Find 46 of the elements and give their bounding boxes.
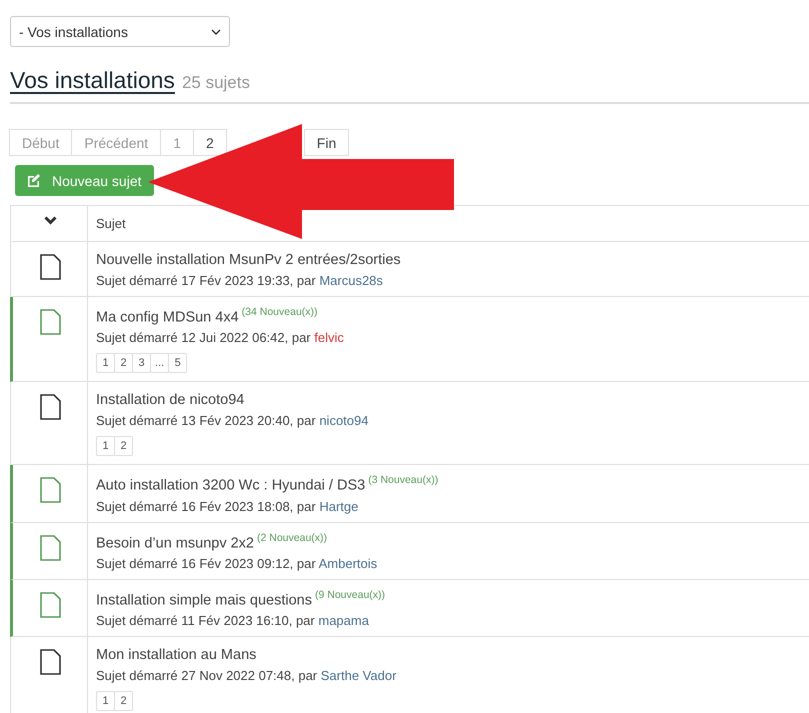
page-button[interactable]: 2 <box>192 129 227 156</box>
document-icon <box>40 592 60 618</box>
topic-started: Sujet démarré 12 Jui 2022 06:42, par <box>96 330 311 346</box>
author-link[interactable]: Ambertois <box>318 556 378 571</box>
document-icon <box>40 477 60 504</box>
page-link[interactable]: 2 <box>114 353 133 374</box>
page-link[interactable]: 2 <box>114 436 133 456</box>
column-header[interactable]: Sujet <box>96 216 801 231</box>
topic-started: Sujet démarré 16 Fév 2023 18:08, par <box>96 498 316 514</box>
page-link[interactable]: 3 <box>132 353 151 374</box>
author-link[interactable]: nicoto94 <box>319 413 368 428</box>
topic-title[interactable]: Mon installation au Mans <box>96 647 256 664</box>
document-icon <box>40 309 60 335</box>
page-link[interactable]: 1 <box>96 691 115 712</box>
topic-started: Sujet démarré 13 Fév 2023 20:40, par <box>96 413 316 428</box>
topic-title[interactable]: Installation simple mais questions <box>96 592 312 608</box>
topic-started: Sujet démarré 17 Fév 2023 19:33, par <box>96 273 316 288</box>
page-link[interactable]: 2 <box>114 691 133 712</box>
topic-started: Sujet démarré 27 Nov 2022 07:48, par <box>96 668 318 684</box>
chevron-down-icon <box>211 28 221 34</box>
page-link[interactable]: 1 <box>96 353 115 374</box>
forum-select[interactable]: - Vos installations <box>10 16 230 47</box>
topic-title[interactable]: Ma config MDSun 4x4 <box>96 309 239 326</box>
edit-icon <box>27 174 40 187</box>
document-icon <box>40 254 60 280</box>
page-button[interactable]: Fin <box>304 129 350 156</box>
page-link[interactable]: ... <box>150 353 170 374</box>
topic-title[interactable]: Installation de nicoto94 <box>96 392 244 408</box>
topic-title[interactable]: Nouvelle installation MsunPv 2 entrées/2sorties <box>96 252 401 268</box>
page-link[interactable]: 1 <box>96 436 115 456</box>
document-icon <box>40 649 60 676</box>
document-icon <box>40 534 60 561</box>
topic-title[interactable]: Besoin d’un msunpv 2x2 <box>96 534 254 551</box>
author-link[interactable]: Hartge <box>319 498 358 514</box>
page-link[interactable]: 5 <box>168 353 188 374</box>
document-icon <box>40 394 60 420</box>
author-link[interactable]: Marcus28s <box>319 273 383 288</box>
forum-title[interactable]: Vos installations <box>10 67 175 94</box>
topic-started: Sujet démarré 11 Fév 2023 16:10, par <box>96 613 315 628</box>
topic-count: 25 sujets <box>182 73 250 93</box>
topic-started: Sujet démarré 16 Fév 2023 09:12, par <box>96 556 316 571</box>
author-link[interactable]: mapama <box>318 613 369 628</box>
topic-title[interactable]: Auto installation 3200 Wc : Hyundai / DS3 <box>96 478 366 494</box>
author-link[interactable]: Sarthe Vador <box>320 668 396 684</box>
chevron-down-icon[interactable] <box>44 216 56 225</box>
author-link[interactable]: felvic <box>314 330 344 346</box>
